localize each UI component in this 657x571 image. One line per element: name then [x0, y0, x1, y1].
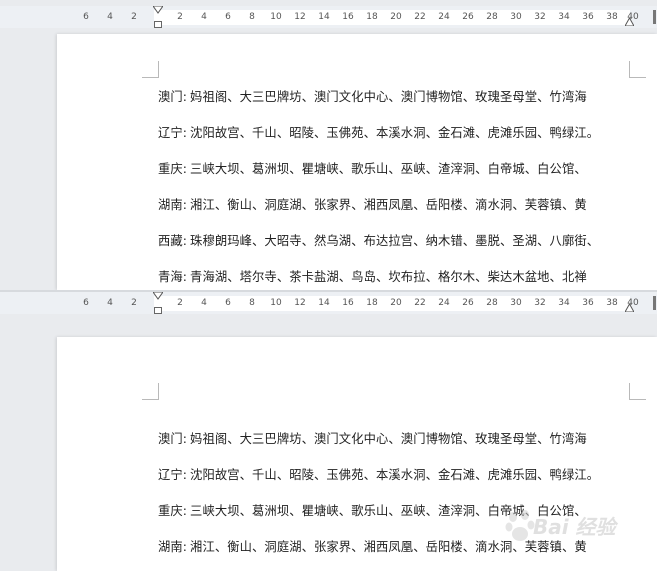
ruler-tick-label: 28	[486, 12, 498, 22]
top-left-margin-marker	[142, 61, 159, 78]
ruler-tick-label: 18	[366, 12, 378, 22]
ruler-tick-label: 36	[582, 298, 594, 308]
ruler-tick-label: 18	[366, 298, 378, 308]
paragraph-line[interactable]: 辽宁: 沈阳故宫、千山、昭陵、玉佛苑、本溪水洞、金石滩、虎滩乐园、鸭绿江。	[158, 123, 634, 141]
ruler-tick-label: 34	[558, 12, 570, 22]
ruler-tick-label: 6	[83, 12, 89, 22]
region-label: 青海:	[158, 270, 188, 284]
region-label: 湖南:	[158, 540, 188, 554]
left-indent-marker-icon[interactable]	[154, 21, 162, 28]
ruler-tick-label: 34	[558, 298, 570, 308]
ruler-tick-label: 40	[627, 12, 639, 22]
top-left-margin-marker	[142, 383, 159, 400]
region-label: 湖南:	[158, 198, 188, 212]
baidu-jingyan-watermark: Bai 经验	[505, 505, 635, 555]
attractions-text: 湘江、衡山、洞庭湖、张家界、湘西凤凰、岳阳楼、滴水洞、芙蓉镇、黄	[190, 198, 587, 212]
ruler-tick-label: 36	[582, 12, 594, 22]
ruler-tick-label: 20	[390, 298, 402, 308]
attractions-text: 妈祖阁、大三巴牌坊、澳门文化中心、澳门博物馆、玫瑰圣母堂、竹湾海	[190, 432, 587, 446]
ruler-tick-label: 2	[177, 298, 183, 308]
ruler-tick-label: 32	[534, 12, 546, 22]
paragraph-line[interactable]: 辽宁: 沈阳故宫、千山、昭陵、玉佛苑、本溪水洞、金石滩、虎滩乐园、鸭绿江。	[158, 465, 634, 483]
first-line-indent-marker-icon[interactable]	[153, 292, 163, 300]
attractions-text: 沈阳故宫、千山、昭陵、玉佛苑、本溪水洞、金石滩、虎滩乐园、鸭绿江。	[190, 468, 600, 482]
paragraph-line[interactable]: 湖南: 湘江、衡山、洞庭湖、张家界、湘西凤凰、岳阳楼、滴水洞、芙蓉镇、黄	[158, 195, 634, 213]
ruler-tick-label: 38	[606, 12, 618, 22]
document-page-1[interactable]: 澳门: 妈祖阁、大三巴牌坊、澳门文化中心、澳门博物馆、玫瑰圣母堂、竹湾海 辽宁: 沈阳…	[57, 34, 657, 290]
ruler-tick-label: 26	[462, 298, 474, 308]
ruler-tick-label: 12	[294, 12, 306, 22]
watermark-text: Bai 经验	[533, 515, 616, 539]
region-label: 辽宁:	[158, 126, 188, 140]
ruler-tick-label: 22	[414, 12, 426, 22]
ruler-tick-label: 10	[270, 12, 282, 22]
ruler-tick-label: 6	[225, 298, 231, 308]
ruler-tick-label: 12	[294, 298, 306, 308]
ruler-tick-label: 24	[438, 12, 450, 22]
region-label: 澳门:	[158, 90, 188, 104]
ruler-tick-label: 4	[201, 298, 207, 308]
paragraph-line[interactable]: 青海: 青海湖、塔尔寺、茶卡盐湖、鸟岛、坎布拉、格尔木、柴达木盆地、北禅	[158, 267, 634, 285]
attractions-text: 沈阳故宫、千山、昭陵、玉佛苑、本溪水洞、金石滩、虎滩乐园、鸭绿江。	[190, 126, 600, 140]
attractions-text: 妈祖阁、大三巴牌坊、澳门文化中心、澳门博物馆、玫瑰圣母堂、竹湾海	[190, 90, 587, 104]
ruler-tick-label: 14	[318, 298, 330, 308]
ruler-tick-label: 4	[107, 12, 113, 22]
ruler-tick-label: 16	[342, 12, 354, 22]
top-right-margin-marker	[629, 383, 646, 400]
ruler-tick-label: 24	[438, 298, 450, 308]
paw-logo-icon	[505, 510, 535, 541]
paragraph-line[interactable]: 澳门: 妈祖阁、大三巴牌坊、澳门文化中心、澳门博物馆、玫瑰圣母堂、竹湾海	[158, 87, 634, 105]
paragraph-line[interactable]: 西藏: 珠穆朗玛峰、大昭寺、然乌湖、布达拉宫、纳木错、墨脱、圣湖、八廓街、	[158, 231, 634, 249]
ruler-tick-label: 6	[225, 12, 231, 22]
ruler-tick-label: 8	[249, 12, 255, 22]
ruler-tick-label: 16	[342, 298, 354, 308]
ruler-tick-label: 20	[390, 12, 402, 22]
ruler-tick-label: 2	[177, 12, 183, 22]
attractions-text: 三峡大坝、葛洲坝、瞿塘峡、歌乐山、巫峡、渣滓洞、白帝城、白公馆、	[190, 162, 587, 176]
ruler-tick-label: 40	[627, 298, 639, 308]
ruler-tick-label: 8	[249, 298, 255, 308]
ruler-tick-label: 32	[534, 298, 546, 308]
ruler-tick-label: 4	[201, 12, 207, 22]
ruler-tick-label: 2	[131, 298, 137, 308]
ruler-tick-label: 10	[270, 298, 282, 308]
region-label: 澳门:	[158, 432, 188, 446]
ruler-tick-label: 4	[107, 298, 113, 308]
ruler-tick-label: 30	[510, 298, 522, 308]
ruler-edge-marker-icon	[653, 10, 656, 24]
paragraph-line[interactable]: 澳门: 妈祖阁、大三巴牌坊、澳门文化中心、澳门博物馆、玫瑰圣母堂、竹湾海	[158, 429, 634, 447]
attractions-text: 珠穆朗玛峰、大昭寺、然乌湖、布达拉宫、纳木错、墨脱、圣湖、八廓街、	[190, 234, 600, 248]
region-label: 重庆:	[158, 504, 188, 518]
top-right-margin-marker	[629, 61, 646, 78]
ruler-tick-label: 6	[83, 298, 89, 308]
left-indent-marker-icon[interactable]	[154, 307, 162, 314]
first-line-indent-marker-icon[interactable]	[153, 6, 163, 14]
ruler-tick-label: 14	[318, 12, 330, 22]
attractions-text: 青海湖、塔尔寺、茶卡盐湖、鸟岛、坎布拉、格尔木、柴达木盆地、北禅	[190, 270, 587, 284]
ruler-tick-label: 28	[486, 298, 498, 308]
ruler-tick-label: 2	[131, 12, 137, 22]
region-label: 西藏:	[158, 234, 188, 248]
horizontal-ruler[interactable]: 6 4 2 2 4 6 8 10 12 14 16 18 20 22 24 26 28 30 32 34 36 38 40	[0, 292, 657, 314]
horizontal-ruler[interactable]: 6 4 2 2 4 6 8 10 12 14 16 18 20 22 24 26 28 30 32 34 36 38 40	[0, 6, 657, 28]
ruler-tick-label: 22	[414, 298, 426, 308]
ruler-tick-label: 30	[510, 12, 522, 22]
ruler-tick-label: 26	[462, 12, 474, 22]
region-label: 重庆:	[158, 162, 188, 176]
ruler-tick-label: 38	[606, 298, 618, 308]
ruler-edge-marker-icon	[653, 296, 656, 310]
paragraph-line[interactable]: 重庆: 三峡大坝、葛洲坝、瞿塘峡、歌乐山、巫峡、渣滓洞、白帝城、白公馆、	[158, 159, 634, 177]
region-label: 辽宁:	[158, 468, 188, 482]
